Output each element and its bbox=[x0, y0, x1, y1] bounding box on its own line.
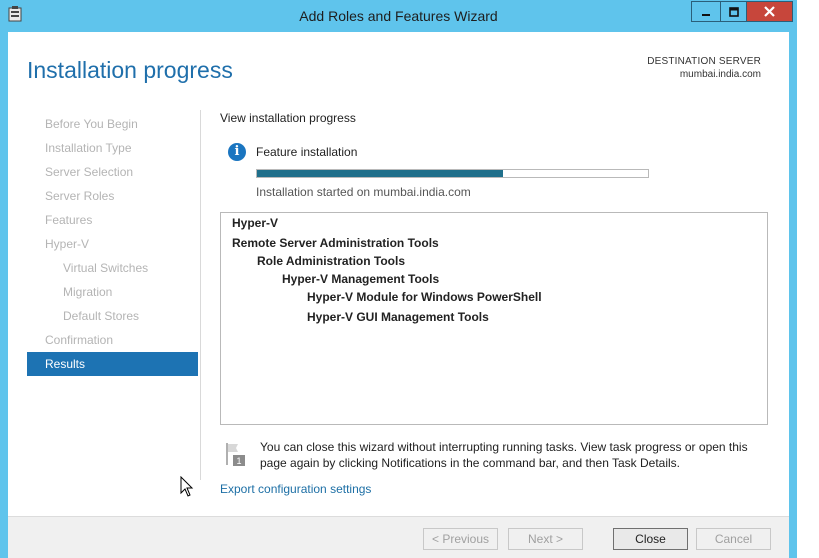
nav-item-hyper-v[interactable]: Hyper-V bbox=[27, 232, 198, 256]
cancel-button[interactable]: Cancel bbox=[696, 528, 771, 550]
close-button-label: Close bbox=[635, 532, 666, 546]
wizard-step-nav: Before You Begin Installation Type Server … bbox=[27, 112, 198, 376]
title-bar[interactable]: Add Roles and Features Wizard bbox=[0, 0, 797, 32]
installation-results-list[interactable]: Hyper-V Remote Server Administration Tool… bbox=[220, 212, 768, 425]
result-item: Role Administration Tools bbox=[257, 254, 406, 268]
wizard-footer: < Previous Next > Close Cancel bbox=[8, 516, 789, 558]
notification-flag-icon: 1 bbox=[226, 443, 245, 466]
minimize-icon bbox=[702, 13, 710, 16]
nav-item-features[interactable]: Features bbox=[27, 208, 198, 232]
nav-item-results[interactable]: Results bbox=[27, 352, 198, 376]
note-line-1: You can close this wizard without interr… bbox=[260, 440, 748, 454]
feature-installation-label: Feature installation bbox=[256, 145, 358, 159]
close-window-button[interactable] bbox=[746, 1, 793, 22]
note-line-2: page again by clicking Notifications in … bbox=[260, 456, 681, 470]
close-wizard-note: You can close this wizard without interr… bbox=[260, 439, 770, 471]
view-progress-label: View installation progress bbox=[220, 111, 356, 125]
nav-item-server-roles[interactable]: Server Roles bbox=[27, 184, 198, 208]
window-title: Add Roles and Features Wizard bbox=[299, 8, 498, 24]
wizard-window: Add Roles and Features Wizard Installati… bbox=[0, 0, 797, 558]
maximize-icon bbox=[728, 6, 739, 17]
nav-item-before-you-begin[interactable]: Before You Begin bbox=[27, 112, 198, 136]
close-icon bbox=[764, 6, 775, 17]
progress-bar-fill bbox=[257, 170, 504, 177]
next-button[interactable]: Next > bbox=[508, 528, 583, 550]
next-button-label: Next > bbox=[527, 532, 563, 546]
cancel-button-label: Cancel bbox=[714, 532, 753, 546]
destination-server-name: mumbai.india.com bbox=[679, 69, 761, 80]
destination-server-label: DESTINATION SERVER bbox=[647, 56, 761, 67]
result-item: Hyper-V bbox=[232, 216, 279, 230]
nav-item-migration[interactable]: Migration bbox=[27, 280, 198, 304]
nav-item-confirmation[interactable]: Confirmation bbox=[27, 328, 198, 352]
installation-progress-bar bbox=[256, 169, 649, 178]
result-item: Hyper-V Module for Windows PowerShell bbox=[307, 290, 542, 304]
result-item: Hyper-V Management Tools bbox=[282, 272, 440, 286]
info-icon: i bbox=[228, 143, 246, 161]
mouse-cursor-icon bbox=[180, 476, 194, 497]
result-item: Remote Server Administration Tools bbox=[232, 236, 439, 250]
nav-divider bbox=[200, 110, 201, 480]
close-button[interactable]: Close bbox=[613, 528, 688, 550]
nav-item-default-stores[interactable]: Default Stores bbox=[27, 304, 198, 328]
wizard-content: Installation progress DESTINATION SERVER… bbox=[8, 32, 789, 558]
svg-text:1: 1 bbox=[236, 456, 241, 466]
result-item: Hyper-V GUI Management Tools bbox=[307, 310, 489, 324]
previous-button-label: < Previous bbox=[431, 532, 490, 546]
maximize-button[interactable] bbox=[720, 1, 747, 22]
previous-button[interactable]: < Previous bbox=[423, 528, 498, 550]
minimize-button[interactable] bbox=[691, 1, 720, 22]
nav-item-server-selection[interactable]: Server Selection bbox=[27, 160, 198, 184]
page-title: Installation progress bbox=[27, 57, 233, 83]
nav-item-installation-type[interactable]: Installation Type bbox=[27, 136, 198, 160]
nav-item-virtual-switches[interactable]: Virtual Switches bbox=[27, 256, 198, 280]
export-configuration-link[interactable]: Export configuration settings bbox=[220, 482, 371, 496]
installation-status-text: Installation started on mumbai.india.com bbox=[256, 185, 471, 199]
